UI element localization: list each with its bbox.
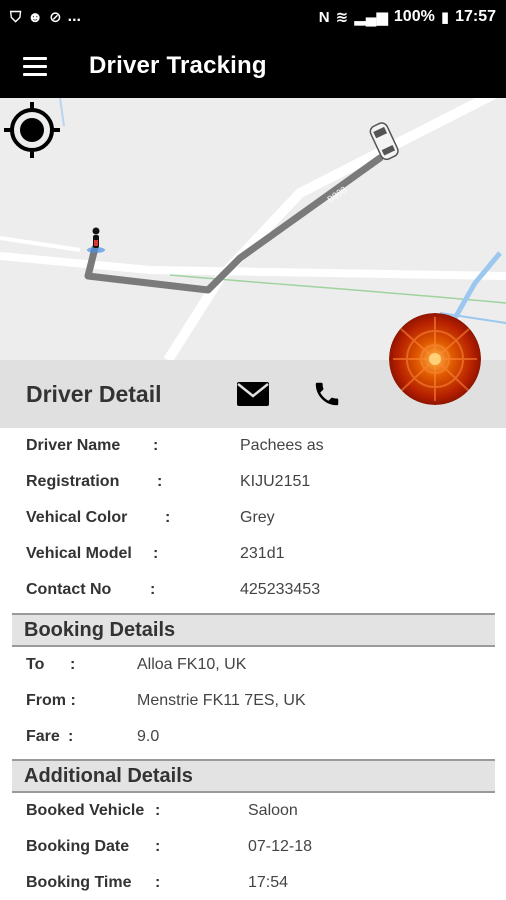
row-value: 9.0 — [137, 728, 160, 745]
row-value: Grey — [240, 509, 275, 526]
wifi-icon: ≋ — [335, 8, 349, 26]
row-separator: : — [153, 437, 159, 454]
row-value: KIJU2151 — [240, 473, 311, 490]
row-value: 17:54 — [248, 874, 289, 891]
driver-name-row: Driver Name : Pachees as — [0, 428, 506, 464]
row-label: Vehical Color — [26, 509, 128, 526]
driver-detail-title: Driver Detail — [26, 380, 162, 407]
shield-icon: ⛉ — [10, 8, 22, 26]
battery-percent: 100% — [393, 8, 435, 25]
row-separator: : — [155, 838, 161, 855]
contact-no-row: Contact No : 425233453 — [0, 572, 506, 608]
row-value: 231d1 — [240, 545, 285, 562]
row-label: To — [26, 656, 45, 673]
row-label: Driver Name — [26, 437, 121, 454]
row-separator: : — [155, 874, 161, 891]
road-label: B998 — [325, 184, 348, 204]
app-title: Driver Tracking — [89, 52, 267, 79]
row-value: 07-12-18 — [248, 838, 313, 855]
row-separator: : — [165, 509, 171, 526]
row-label: Vehical Model — [26, 545, 132, 562]
my-location-icon[interactable] — [0, 98, 64, 162]
more-notifications: ... — [67, 8, 81, 25]
additional-details-header: Additional Details — [12, 759, 495, 793]
signal-icon: ▂▄▆ — [354, 8, 388, 26]
row-label: Fare — [26, 728, 60, 745]
row-label: From : — [26, 692, 76, 709]
row-label: Booked Vehicle — [26, 802, 145, 819]
status-right-icons: N ≋ ▂▄▆ 100% ▮ 17:57 — [319, 8, 496, 26]
status-left-icons: ⛉ ☻ ⊘ ... — [10, 8, 81, 26]
row-label: Booking Time — [26, 874, 132, 891]
row-value: Alloa FK10, UK — [137, 656, 247, 673]
mail-icon[interactable] — [236, 381, 270, 407]
row-separator: : — [150, 581, 156, 598]
row-separator: : — [153, 545, 159, 562]
menu-icon[interactable] — [23, 56, 47, 76]
row-separator: : — [70, 656, 76, 673]
booked-vehicle-row: Booked Vehicle : Saloon — [0, 793, 506, 829]
row-value: Pachees as — [240, 437, 324, 454]
status-bar: ⛉ ☻ ⊘ ... N ≋ ▂▄▆ 100% ▮ 17:57 — [0, 0, 506, 34]
app-bar: Driver Tracking — [0, 34, 506, 98]
vehicle-color-row: Vehical Color : Grey — [0, 500, 506, 536]
from-row: From : Menstrie FK11 7ES, UK — [0, 683, 506, 719]
phone-icon[interactable] — [312, 379, 342, 409]
booking-details-header: Booking Details — [12, 613, 495, 647]
row-label: Registration — [26, 473, 120, 490]
battery-icon: ▮ — [440, 8, 450, 26]
row-label: Contact No — [26, 581, 112, 598]
driver-avatar — [389, 313, 481, 405]
row-value: Menstrie FK11 7ES, UK — [137, 692, 306, 709]
row-value: Saloon — [248, 802, 298, 819]
to-row: To : Alloa FK10, UK — [0, 647, 506, 683]
booking-time-row: Booking Time : 17:54 — [0, 865, 506, 900]
row-label: Booking Date — [26, 838, 130, 855]
nfc-icon: N — [318, 8, 330, 26]
no-signal-icon: ⊘ — [49, 8, 62, 26]
row-separator: : — [68, 728, 74, 745]
row-separator: : — [155, 802, 161, 819]
vehicle-model-row: Vehical Model : 231d1 — [0, 536, 506, 572]
fare-row: Fare : 9.0 — [0, 719, 506, 755]
row-value[interactable]: 425233453 — [240, 581, 320, 599]
registration-row: Registration : KIJU2151 — [0, 464, 506, 500]
face-icon: ☻ — [27, 8, 44, 26]
booking-date-row: Booking Date : 07-12-18 — [0, 829, 506, 865]
clock: 17:57 — [455, 8, 496, 25]
row-separator: : — [157, 473, 163, 490]
person-marker-icon — [87, 227, 105, 253]
